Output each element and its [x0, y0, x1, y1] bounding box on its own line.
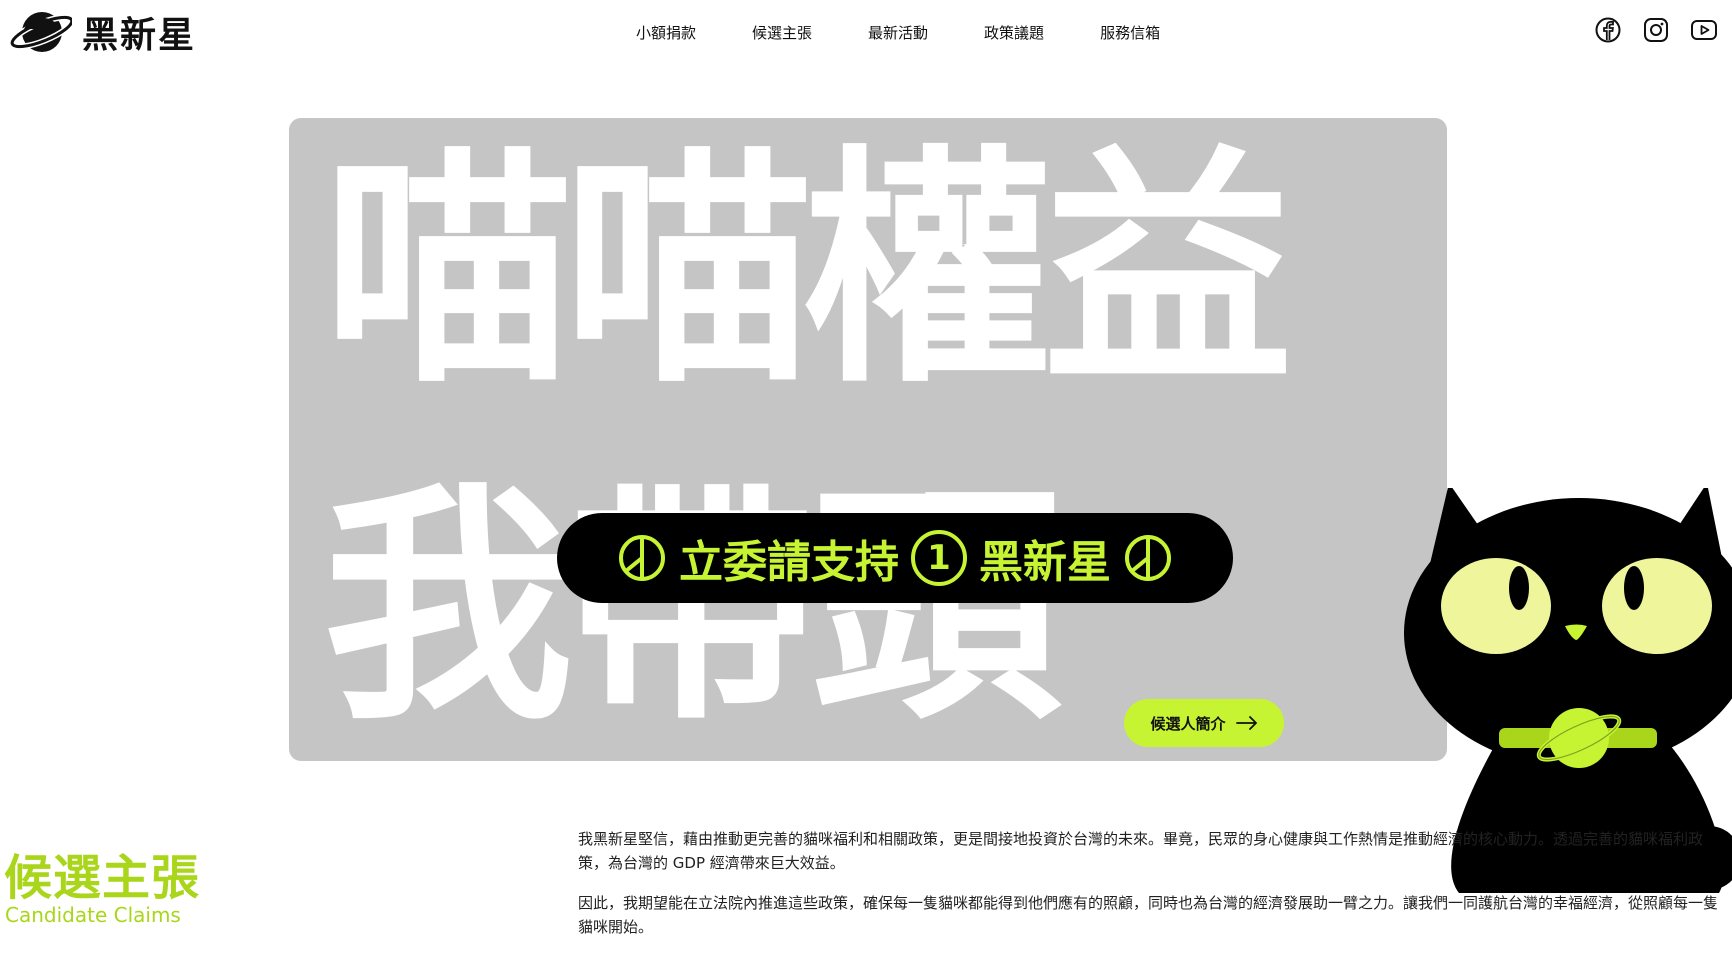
hero-banner: 喵喵權益 我帶頭 立委請支持 1 黑新星 — [289, 118, 1732, 893]
claims-title: 候選主張 — [4, 850, 201, 906]
instagram-icon[interactable] — [1642, 16, 1670, 44]
social-links — [1594, 16, 1718, 44]
nav-item-events[interactable]: 最新活動 — [868, 22, 928, 43]
arrow-right-icon — [1235, 716, 1257, 730]
claims-subtitle: Candidate Claims — [5, 903, 181, 927]
candidate-number-badge: 1 — [911, 530, 967, 586]
candidate-intro-label: 候選人簡介 — [1150, 715, 1226, 733]
brand-logo[interactable]: 黑新星 — [8, 6, 196, 58]
nav-item-mailbox[interactable]: 服務信箱 — [1100, 22, 1160, 43]
main-nav: 小額捐款 候選主張 最新活動 政策議題 服務信箱 — [636, 22, 1160, 43]
nav-item-claims[interactable]: 候選主張 — [752, 22, 812, 43]
vote-stamp-icon — [619, 535, 665, 581]
claims-body: 我黑新星堅信，藉由推動更完善的貓咪福利和相關政策，更是間接地投資於台灣的未來。畢… — [578, 827, 1728, 955]
planet-logo-icon — [9, 12, 72, 52]
site-header: 黑新星 小額捐款 候選主張 最新活動 政策議題 服務信箱 — [0, 0, 1732, 64]
brand-name: 黑新星 — [82, 15, 197, 56]
support-text-part2: 黑新星 — [979, 537, 1111, 588]
nav-item-donate[interactable]: 小額捐款 — [636, 22, 696, 43]
facebook-icon[interactable] — [1594, 16, 1622, 44]
vote-stamp-icon-right — [1125, 535, 1171, 581]
nav-item-policy[interactable]: 政策議題 — [984, 22, 1044, 43]
youtube-icon[interactable] — [1690, 16, 1718, 44]
claims-paragraph-2: 因此，我期望能在立法院內推進這些政策，確保每一隻貓咪都能得到他們應有的照顧，同時… — [578, 894, 1719, 936]
hero-headline-line1: 喵喵權益 — [323, 125, 1293, 416]
support-text-part1: 立委請支持 — [679, 537, 899, 588]
candidate-intro-button[interactable]: 候選人簡介 — [1124, 699, 1284, 747]
support-pill: 立委請支持 1 黑新星 — [557, 513, 1233, 603]
claims-paragraph-1: 我黑新星堅信，藉由推動更完善的貓咪福利和相關政策，更是間接地投資於台灣的未來。畢… — [578, 830, 1704, 872]
